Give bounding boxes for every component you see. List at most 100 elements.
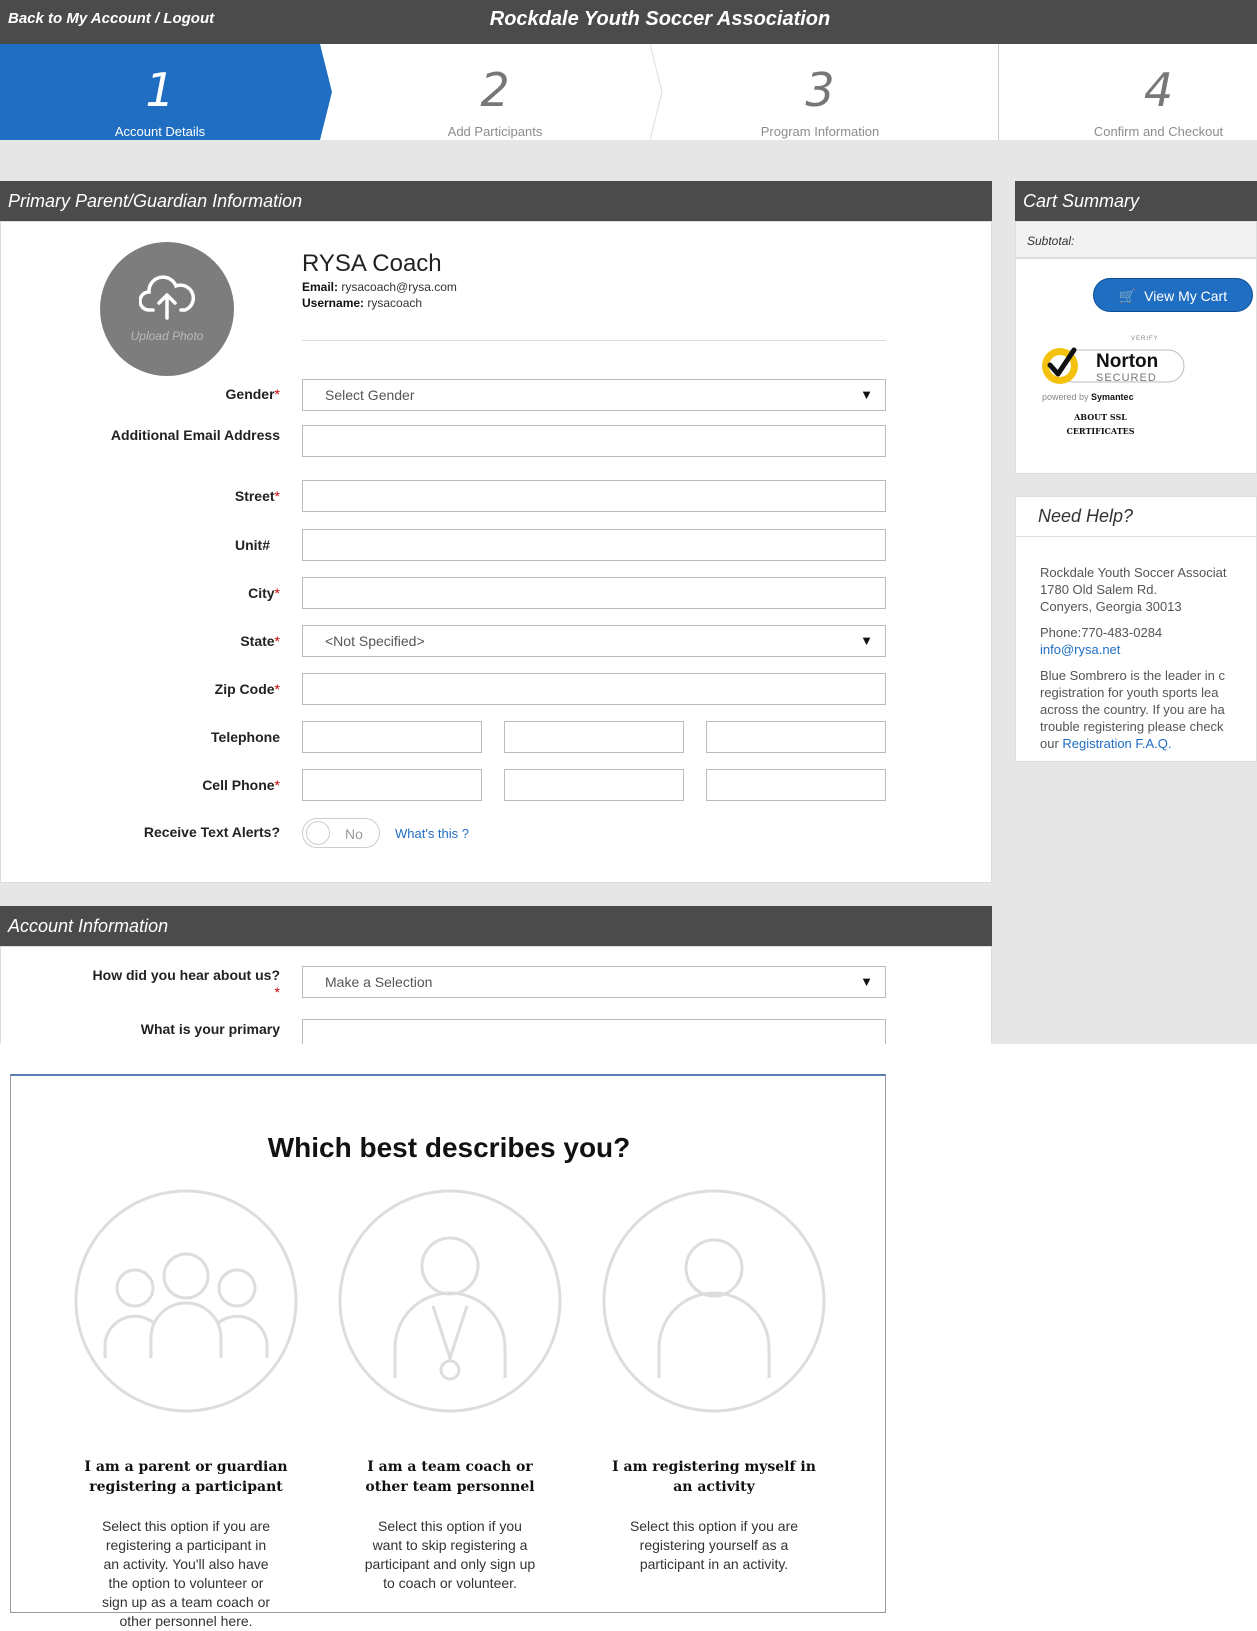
primary-question-field[interactable] <box>302 1019 886 1044</box>
option-title: I am a parent or guardian registering a … <box>73 1457 299 1497</box>
upload-photo-label: Upload Photo <box>130 329 204 343</box>
zip-field[interactable] <box>302 673 886 705</box>
state-label-text: State <box>240 633 275 649</box>
telephone-prefix-field[interactable] <box>504 721 684 753</box>
step-label: Program Information <box>760 124 880 139</box>
desc-line: participant and only sign up <box>364 1556 536 1572</box>
gender-select-value: Select Gender <box>325 387 415 403</box>
option-title-line-2: other team personnel <box>365 1479 535 1495</box>
cell-area-field[interactable] <box>302 769 482 801</box>
registration-faq-link[interactable]: Registration F.A.Q. <box>1062 736 1171 751</box>
help-email-link[interactable]: info@rysa.net <box>1040 641 1120 658</box>
street-field[interactable] <box>302 480 886 512</box>
option-title-line-1: I am a parent or guardian <box>84 1459 288 1475</box>
hear-about-label-text: How did you hear about us? <box>92 967 280 983</box>
telephone-line-field[interactable] <box>706 721 886 753</box>
desc-line: sign up as a team coach or <box>101 1594 271 1610</box>
step-program-information[interactable]: 3 Program Information <box>670 44 970 140</box>
norton-powered-by: powered by Symantec <box>1042 392 1134 402</box>
back-to-account-link[interactable]: Back to My Account / Logout <box>8 10 214 27</box>
dialog-question: Which best describes you? <box>267 1132 631 1163</box>
zip-label-text: Zip Code <box>214 681 275 697</box>
hear-about-select[interactable]: Make a Selection ▼ <box>302 966 886 998</box>
help-address-1: 1780 Old Salem Rd. <box>1040 582 1158 597</box>
role-selection-dialog: Which best describes you? I am a parent … <box>10 1074 886 1629</box>
required-mark: * <box>274 633 280 649</box>
email-value: rysacoach@rysa.com <box>341 280 457 294</box>
text-alerts-toggle[interactable]: No <box>302 818 380 848</box>
option-registering-myself[interactable]: I am registering myself in an activity S… <box>601 1188 827 1574</box>
required-mark: * <box>274 777 280 793</box>
hear-about-select-value: Make a Selection <box>325 974 433 990</box>
account-panel-heading: Account Information <box>0 906 992 946</box>
subtotal-row: Subtotal: <box>1015 221 1257 258</box>
required-mark: * <box>274 488 280 504</box>
single-person-icon <box>602 1189 826 1413</box>
option-title-line-1: I am registering myself in <box>612 1459 816 1475</box>
desc-line: registering yourself as a <box>639 1537 789 1553</box>
registration-screen: Rockdale Youth Soccer Association Back t… <box>0 0 1257 1044</box>
cell-prefix-field[interactable] <box>504 769 684 801</box>
toggle-state: No <box>345 826 363 842</box>
required-mark: * <box>274 681 280 697</box>
additional-email-field[interactable] <box>302 425 886 457</box>
dropdown-arrow-icon: ▼ <box>860 633 873 648</box>
upload-photo-button[interactable]: Upload Photo <box>100 242 234 376</box>
city-field[interactable] <box>302 577 886 609</box>
street-label: Street* <box>90 488 280 505</box>
state-select[interactable]: <Not Specified> ▼ <box>302 625 886 657</box>
norton-symantec: Symantec <box>1091 392 1134 402</box>
additional-email-label: Additional Email Address <box>110 427 280 443</box>
desc-line: the option to volunteer or <box>108 1575 264 1591</box>
subtotal-label: Subtotal: <box>1027 234 1075 248</box>
gender-select[interactable]: Select Gender ▼ <box>302 379 886 411</box>
option-parent-guardian[interactable]: I am a parent or guardian registering a … <box>73 1188 299 1631</box>
step-add-participants[interactable]: 2 Add Participants <box>340 44 650 140</box>
step-account-details[interactable]: 1 Account Details <box>0 44 320 140</box>
desc-line: want to skip registering a <box>372 1537 528 1553</box>
username-value: rysacoach <box>367 296 423 310</box>
whats-this-link[interactable]: What's this ? <box>395 826 469 841</box>
norton-powered-text: powered by <box>1042 392 1089 402</box>
unit-field[interactable] <box>302 529 886 561</box>
help-heading: Need Help? <box>1038 506 1134 526</box>
option-title-line-1: I am a team coach or <box>367 1459 533 1475</box>
step-divider-icon <box>650 44 663 140</box>
desc-line: to coach or volunteer. <box>383 1575 517 1591</box>
ssl-line-2: CERTIFICATES <box>1066 426 1135 436</box>
required-mark: * <box>274 386 280 402</box>
state-label: State* <box>90 633 280 650</box>
norton-name: Norton <box>1096 351 1159 372</box>
option-title: I am registering myself in an activity <box>601 1457 827 1497</box>
norton-seal[interactable]: VERIFY Norton SECURED powered by Symante… <box>1038 336 1193 456</box>
desc-line: registering a participant in <box>105 1537 267 1553</box>
gender-label-text: Gender <box>225 386 275 402</box>
cell-line-field[interactable] <box>706 769 886 801</box>
option-title-line-2: an activity <box>673 1479 755 1495</box>
desc-line: an activity. You'll also have <box>103 1556 269 1572</box>
step-number: 1 <box>145 63 175 117</box>
step-confirm-checkout[interactable]: 4 Confirm and Checkout <box>1000 44 1257 140</box>
step-number: 2 <box>480 63 510 117</box>
desc-line: participant in an activity. <box>639 1556 789 1572</box>
profile-username: Username: rysacoach <box>302 296 422 310</box>
help-blurb-3: across the country. If you are ha <box>1040 702 1225 717</box>
city-label: City* <box>90 585 280 602</box>
norton-secured: SECURED <box>1096 372 1157 384</box>
option-team-coach[interactable]: I am a team coach or other team personne… <box>337 1188 563 1593</box>
view-my-cart-button[interactable]: 🛒 View My Cart <box>1093 278 1253 312</box>
desc-line: other personnel here. <box>119 1613 253 1629</box>
option-title-line-2: registering a participant <box>89 1479 283 1495</box>
coach-whistle-icon <box>338 1189 562 1413</box>
profile-divider <box>302 340 886 341</box>
text-alerts-label: Receive Text Alerts? <box>143 824 280 840</box>
telephone-area-field[interactable] <box>302 721 482 753</box>
required-mark: * <box>274 984 280 1000</box>
hear-about-label: How did you hear about us? * <box>90 967 280 1001</box>
help-divider <box>1015 536 1257 537</box>
city-label-text: City <box>248 585 275 601</box>
help-blurb-4: trouble registering please check <box>1040 719 1224 734</box>
primary-panel-heading: Primary Parent/Guardian Information <box>0 181 992 221</box>
help-address-2: Conyers, Georgia 30013 <box>1040 599 1182 614</box>
option-description: Select this option if you want to skip r… <box>337 1517 563 1593</box>
